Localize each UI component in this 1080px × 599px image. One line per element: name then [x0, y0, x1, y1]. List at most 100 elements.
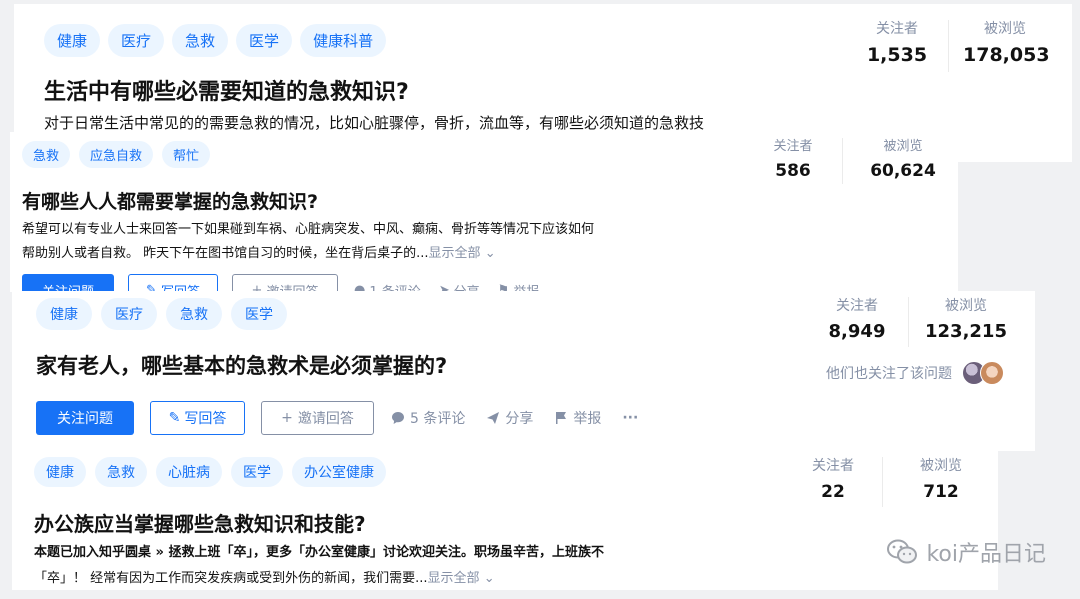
question-card-4: 健康 急救 心脏病 医学 办公室健康 办公族应当掌握哪些急救知识和技能? 本题已… — [12, 450, 998, 590]
stats-divider — [842, 138, 843, 184]
invite-answer-label: 邀请回答 — [297, 411, 354, 427]
invite-answer-button[interactable]: + 邀请回答 — [232, 274, 338, 292]
excerpt-text: 帮助别人或者自救。 昨天下午在图书馆自习的时候，坐在背后桌子的... — [22, 246, 429, 261]
views-label: 被浏览 — [920, 458, 962, 474]
watermark-text: koi产品日记 — [926, 542, 1046, 567]
question-excerpt: 希望可以有专业人士来回答一下如果碰到车祸、心脏病突发、中风、癫痫、骨折等等情况下… — [22, 218, 594, 266]
views-stat: 被浏览 712 — [895, 457, 987, 507]
topic-tag[interactable]: 健康 — [36, 298, 92, 330]
write-answer-label: 写回答 — [184, 411, 227, 427]
followers-stat: 关注者 586 — [758, 138, 828, 184]
topic-tag[interactable]: 医疗 — [108, 24, 165, 57]
show-all-label: 显示全部 — [427, 571, 480, 586]
views-label: 被浏览 — [883, 139, 923, 154]
topic-tag[interactable]: 办公室健康 — [292, 457, 386, 487]
question-title[interactable]: 生活中有哪些必需要知道的急救知识? — [44, 74, 409, 106]
views-count: 712 — [923, 482, 959, 502]
share-icon — [487, 412, 500, 424]
comment-icon — [392, 412, 404, 424]
question-card-2: 急救 应急自救 帮忙 有哪些人人都需要掌握的急救知识? 希望可以有专业人士来回答… — [10, 132, 958, 292]
avatar[interactable] — [980, 361, 1004, 385]
topic-tag[interactable]: 急救 — [166, 298, 222, 330]
chevron-down-icon: ⌄ — [484, 246, 496, 261]
show-all-link[interactable]: 显示全部 ⌄ — [428, 571, 495, 586]
topic-tag[interactable]: 心脏病 — [156, 457, 222, 487]
views-label: 被浏览 — [984, 21, 1026, 37]
topic-tags: 健康 医疗 急救 医学 — [36, 298, 296, 330]
report-button[interactable]: 举报 — [554, 408, 601, 428]
question-title[interactable]: 有哪些人人都需要掌握的急救知识? — [22, 187, 318, 214]
excerpt-line: 帮助别人或者自救。 昨天下午在图书馆自习的时候，坐在背后桌子的...显示全部 ⌄ — [22, 242, 594, 266]
also-followed-label: 他们也关注了该问题 — [826, 366, 952, 382]
share-label: 分享 — [505, 411, 534, 427]
topic-tags: 健康 医疗 急救 医学 健康科普 — [44, 24, 394, 57]
excerpt-text: 「卒」！ 经常有因为工作而突发疾病或受到外伤的新闻，我们需要... — [34, 571, 428, 586]
topic-tags: 急救 应急自救 帮忙 — [22, 141, 219, 168]
comments-button[interactable]: 5 条评论 — [391, 408, 465, 428]
followers-count: 8,949 — [828, 321, 886, 342]
followers-stat: 关注者 8,949 — [818, 297, 896, 347]
views-stat: 被浏览 178,053 — [963, 20, 1050, 72]
report-label: 举报 — [573, 411, 602, 427]
followers-count: 22 — [821, 482, 845, 502]
wechat-icon — [887, 539, 918, 564]
topic-tag[interactable]: 急救 — [172, 24, 229, 57]
question-stats: 关注者 586 被浏览 60,624 — [758, 138, 949, 184]
topic-tag[interactable]: 健康科普 — [300, 24, 387, 57]
write-answer-button[interactable]: ✎ 写回答 — [128, 274, 218, 292]
pencil-icon: ✎ — [168, 410, 181, 426]
views-stat: 被浏览 123,215 — [921, 297, 1011, 347]
question-actions: 关注问题 ✎ 写回答 + 邀请回答 ● 1 条评论 ➤ 分享 ⚑ 举报 — [22, 274, 539, 292]
topic-tag[interactable]: 帮忙 — [162, 141, 211, 168]
followers-label: 关注者 — [773, 139, 813, 154]
stats-divider — [948, 20, 949, 72]
followers-stat: 关注者 1,535 — [860, 20, 934, 72]
views-count: 123,215 — [925, 321, 1007, 342]
question-title[interactable]: 家有老人，哪些基本的急救术是必须掌握的? — [36, 350, 447, 380]
topic-tag[interactable]: 健康 — [44, 24, 101, 57]
followers-label: 关注者 — [812, 458, 854, 474]
add-user-icon: + — [281, 410, 293, 426]
excerpt-line: 「卒」！ 经常有因为工作而突发疾病或受到外伤的新闻，我们需要...显示全部 ⌄ — [34, 566, 604, 590]
share-button[interactable]: 分享 — [486, 408, 533, 428]
question-excerpt: 本题已加入知乎圆桌 » 拯救上班「卒」，更多「办公室健康」讨论欢迎关注。职场虽辛… — [34, 540, 604, 590]
comments-label: 5 条评论 — [410, 411, 466, 427]
followers-count: 1,535 — [866, 44, 928, 66]
flag-icon — [556, 412, 567, 424]
topic-tag[interactable]: 医学 — [231, 298, 287, 330]
topic-tag[interactable]: 医疗 — [101, 298, 157, 330]
topic-tag[interactable]: 急救 — [95, 457, 147, 487]
views-count: 178,053 — [963, 44, 1050, 66]
follow-question-button[interactable]: 关注问题 — [22, 274, 114, 292]
topic-tag[interactable]: 健康 — [34, 457, 86, 487]
question-stats: 关注者 8,949 被浏览 123,215 — [818, 297, 1011, 347]
more-options-button[interactable]: ··· — [622, 410, 638, 426]
views-count: 60,624 — [870, 161, 936, 181]
stats-divider — [882, 457, 883, 507]
follow-question-button[interactable]: 关注问题 — [36, 401, 134, 435]
stats-divider — [908, 297, 909, 347]
watermark: koi产品日记 — [886, 536, 1046, 568]
topic-tag[interactable]: 医学 — [236, 24, 293, 57]
views-label: 被浏览 — [945, 298, 987, 314]
followers-count: 586 — [775, 161, 811, 181]
excerpt-line: 本题已加入知乎圆桌 » 拯救上班「卒」，更多「办公室健康」讨论欢迎关注。职场虽辛… — [34, 545, 604, 560]
topic-tag[interactable]: 应急自救 — [79, 141, 154, 168]
topic-tag[interactable]: 医学 — [231, 457, 283, 487]
question-title[interactable]: 办公族应当掌握哪些急救知识和技能? — [34, 508, 366, 537]
invite-answer-button[interactable]: + 邀请回答 — [261, 401, 374, 435]
topic-tags: 健康 急救 心脏病 医学 办公室健康 — [34, 457, 395, 487]
views-stat: 被浏览 60,624 — [857, 138, 949, 184]
show-all-label: 显示全部 — [428, 246, 481, 261]
question-stats: 关注者 1,535 被浏览 178,053 — [860, 20, 1050, 72]
followers-stat: 关注者 22 — [796, 457, 870, 507]
write-answer-button[interactable]: ✎ 写回答 — [150, 401, 245, 435]
question-card-3: 健康 医疗 急救 医学 家有老人，哪些基本的急救术是必须掌握的? 关注者 8,9… — [12, 291, 1035, 451]
followers-label: 关注者 — [836, 298, 878, 314]
show-all-link[interactable]: 显示全部 ⌄ — [429, 246, 496, 261]
question-actions: 关注问题 ✎ 写回答 + 邀请回答 5 条评论 分享 举报 ··· — [36, 401, 638, 435]
chevron-down-icon: ⌄ — [483, 571, 495, 586]
also-followed-row: 他们也关注了该问题 — [826, 361, 1004, 385]
followers-label: 关注者 — [876, 21, 918, 37]
topic-tag[interactable]: 急救 — [22, 141, 71, 168]
